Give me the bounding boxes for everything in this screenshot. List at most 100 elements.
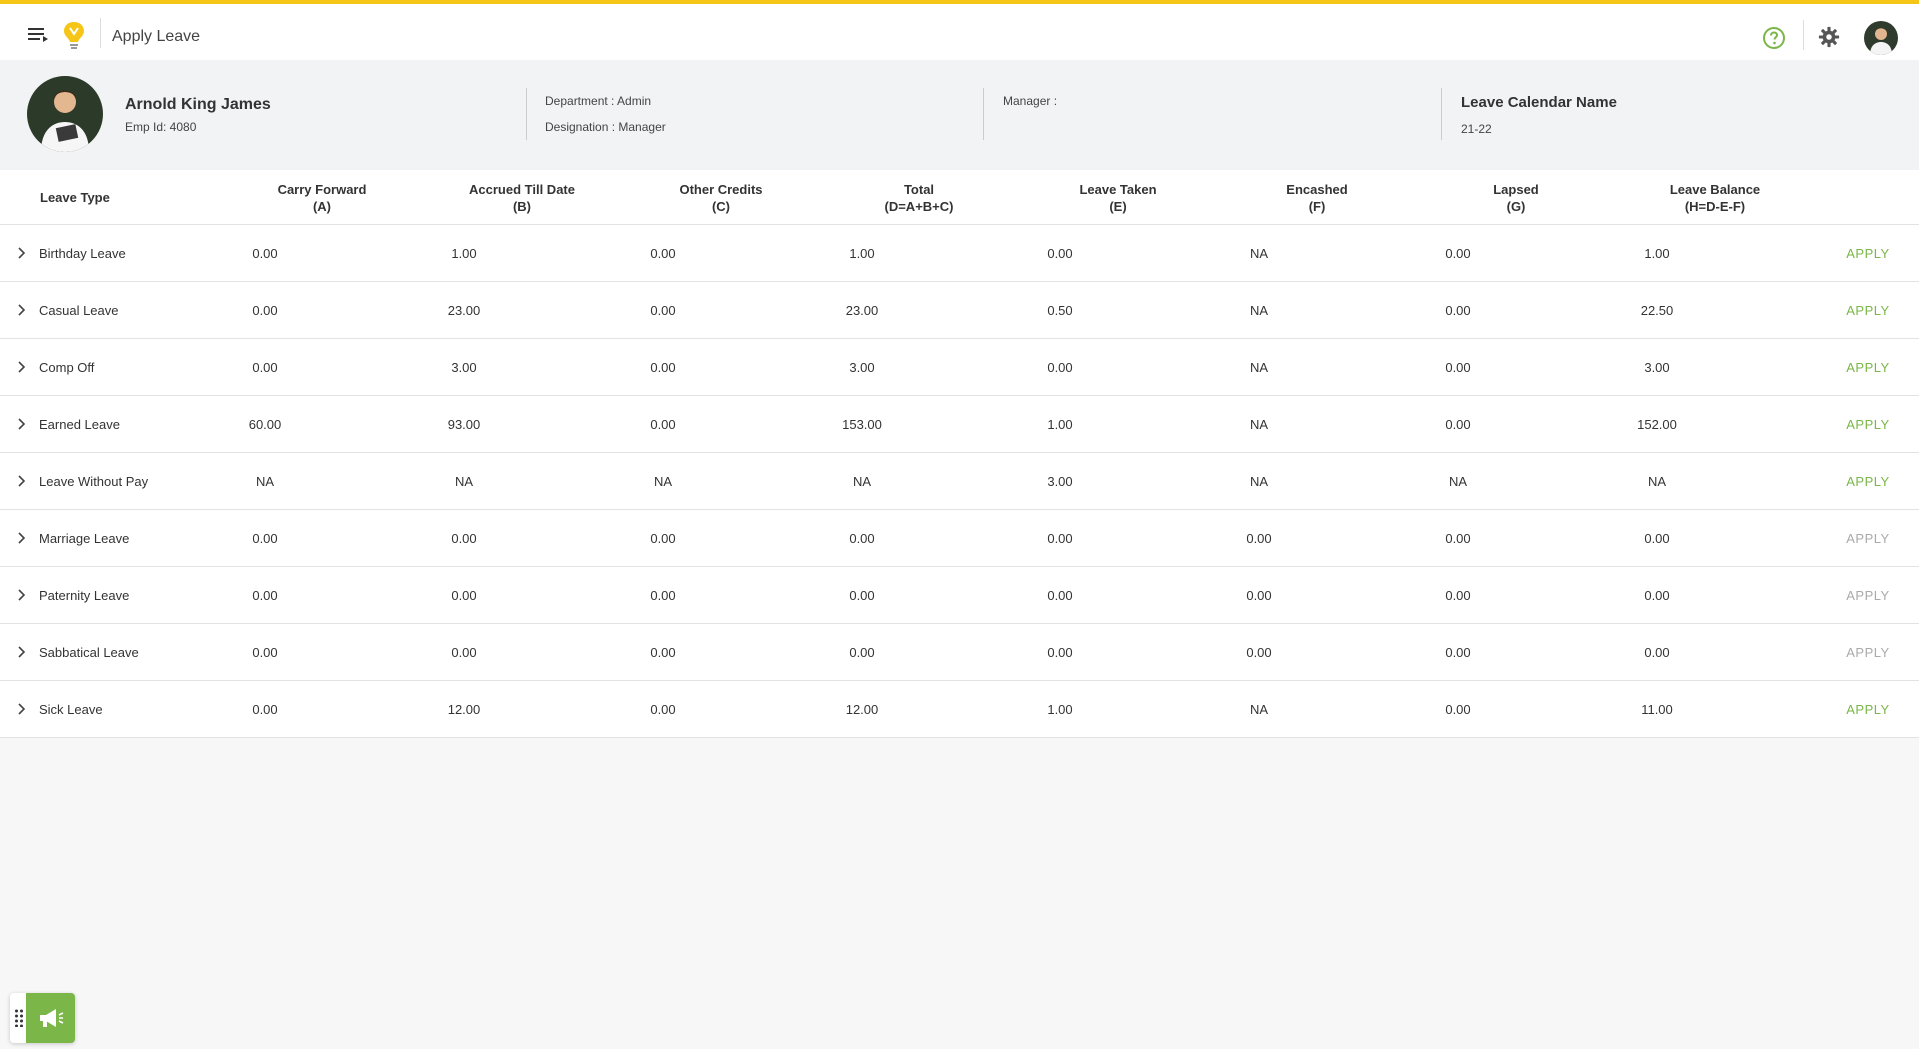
table-body: Birthday Leave 0.00 1.00 0.00 1.00 0.00 NA 0.00… xyxy=(0,225,1919,738)
chevron-right-icon[interactable] xyxy=(16,589,26,601)
header-lapsed: Lapsed (G) xyxy=(1426,181,1606,215)
apply-button[interactable]: APPLY xyxy=(1818,360,1918,375)
cell-leave-balance: 0.00 xyxy=(1644,645,1670,660)
header-label: Other Credits xyxy=(679,182,763,197)
apply-button[interactable]: APPLY xyxy=(1818,246,1918,261)
cell-leave-taken: 0.00 xyxy=(1047,360,1073,375)
chevron-right-icon[interactable] xyxy=(16,532,26,544)
cell-other-credits: 0.00 xyxy=(650,531,676,546)
cell-accrued-till-date: 0.00 xyxy=(451,645,477,660)
apply-button: APPLY xyxy=(1846,645,1890,660)
apply-button: APPLY xyxy=(1846,588,1890,603)
leave-balance-table: Leave Type Carry Forward (A) Accrued Til… xyxy=(0,170,1919,738)
cell-lapsed: 0.00 xyxy=(1445,246,1471,261)
apply-button[interactable]: APPLY xyxy=(1818,303,1918,318)
employee-name: Arnold King James xyxy=(125,96,271,113)
cell-leave-balance: 11.00 xyxy=(1641,702,1673,717)
drag-grip-icon[interactable] xyxy=(14,1009,24,1027)
apply-button: APPLY xyxy=(1846,531,1890,546)
user-avatar[interactable] xyxy=(1864,21,1898,55)
menu-icon[interactable] xyxy=(26,25,50,45)
cell-carry-forward: 0.00 xyxy=(252,246,278,261)
employee-manager: Manager : xyxy=(1003,94,1058,108)
header-label: Accrued Till Date xyxy=(469,182,575,197)
chevron-right-icon[interactable] xyxy=(16,304,26,316)
chevron-right-icon[interactable] xyxy=(16,247,26,259)
chevron-right-icon[interactable] xyxy=(16,703,26,715)
profile-divider xyxy=(983,88,984,140)
chevron-right-icon[interactable] xyxy=(16,475,26,487)
announcement-button[interactable] xyxy=(26,993,75,1043)
cell-leave-taken: 0.00 xyxy=(1047,645,1073,660)
cell-encashed: NA xyxy=(1249,246,1269,261)
header-encashed: Encashed (F) xyxy=(1227,181,1407,215)
header-label: Leave Balance xyxy=(1669,182,1761,197)
cell-leave-balance: 22.50 xyxy=(1640,303,1674,318)
cell-other-credits: 0.00 xyxy=(650,303,676,318)
header-accrued-till-date: Accrued Till Date (B) xyxy=(432,181,612,215)
header-label: Total xyxy=(903,182,935,197)
cell-other-credits: 0.00 xyxy=(650,360,676,375)
leave-calendar-label: Leave Calendar Name xyxy=(1461,94,1617,111)
cell-accrued-till-date: 12.00 xyxy=(447,702,481,717)
apply-button[interactable]: APPLY xyxy=(1818,702,1918,717)
cell-encashed: 0.00 xyxy=(1246,588,1272,603)
cell-total: 0.00 xyxy=(849,645,875,660)
cell-carry-forward: 0.00 xyxy=(252,360,278,375)
cell-total: 1.00 xyxy=(849,246,875,261)
cell-carry-forward: 0.00 xyxy=(252,588,278,603)
chevron-right-icon[interactable] xyxy=(16,646,26,658)
cell-leave-taken: 0.00 xyxy=(1047,531,1073,546)
header-label: Lapsed xyxy=(1493,182,1539,197)
cell-other-credits: 0.00 xyxy=(650,588,676,603)
table-row: Comp Off 0.00 3.00 0.00 3.00 0.00 NA 0.00 3.00 AP… xyxy=(0,339,1919,396)
cell-lapsed: 0.00 xyxy=(1445,702,1471,717)
table-row: Sick Leave 0.00 12.00 0.00 12.00 1.00 NA 0.00 11… xyxy=(0,681,1919,738)
cell-accrued-till-date: NA xyxy=(454,474,474,489)
cell-other-credits: 0.00 xyxy=(650,702,676,717)
header-total: Total (D=A+B+C) xyxy=(829,181,1009,215)
cell-leave-taken: 3.00 xyxy=(1047,474,1073,489)
apply-button[interactable]: APPLY xyxy=(1818,474,1918,489)
cell-encashed: 0.00 xyxy=(1246,645,1272,660)
header-formula: (H=D-E-F) xyxy=(1684,199,1746,214)
cell-leave-balance: 3.00 xyxy=(1644,360,1670,375)
cell-lapsed: 0.00 xyxy=(1445,360,1471,375)
chevron-right-icon[interactable] xyxy=(16,361,26,373)
cell-accrued-till-date: 0.00 xyxy=(451,531,477,546)
cell-accrued-till-date: 23.00 xyxy=(447,303,481,318)
cell-leave-taken: 0.50 xyxy=(1047,303,1073,318)
header-label: Leave Taken xyxy=(1079,182,1157,197)
header-leave-type: Leave Type xyxy=(40,189,220,206)
apply-button[interactable]: APPLY xyxy=(1818,417,1918,432)
cell-encashed: NA xyxy=(1249,303,1269,318)
megaphone-icon xyxy=(40,1009,64,1027)
cell-encashed: 0.00 xyxy=(1246,531,1272,546)
page-title: Apply Leave xyxy=(112,28,201,45)
header-leave-type-label: Leave Type xyxy=(40,190,110,205)
chevron-right-icon[interactable] xyxy=(16,418,26,430)
cell-lapsed: 0.00 xyxy=(1445,303,1471,318)
header-formula: (D=A+B+C) xyxy=(884,199,954,214)
cell-carry-forward: NA xyxy=(255,474,275,489)
top-bar: Apply Leave xyxy=(0,0,1919,60)
leave-calendar-value: 21-22 xyxy=(1461,122,1492,136)
cell-total: 0.00 xyxy=(849,588,875,603)
cell-leave-taken: 1.00 xyxy=(1047,702,1073,717)
cell-accrued-till-date: 93.00 xyxy=(447,417,481,432)
profile-divider xyxy=(526,88,527,140)
cell-lapsed: 0.00 xyxy=(1445,588,1471,603)
cell-carry-forward: 0.00 xyxy=(252,303,278,318)
cell-total: 0.00 xyxy=(849,531,875,546)
cell-carry-forward: 0.00 xyxy=(252,702,278,717)
table-row: Earned Leave 60.00 93.00 0.00 153.00 1.00 NA 0.… xyxy=(0,396,1919,453)
cell-lapsed: 0.00 xyxy=(1445,417,1471,432)
lightbulb-logo-icon[interactable] xyxy=(62,20,86,50)
help-circle-icon[interactable] xyxy=(1762,26,1786,50)
cell-leave-taken: 0.00 xyxy=(1047,246,1073,261)
cell-total: 12.00 xyxy=(845,702,879,717)
header-formula: (G) xyxy=(1506,199,1526,214)
table-row: Casual Leave 0.00 23.00 0.00 23.00 0.50 NA 0.00… xyxy=(0,282,1919,339)
gear-icon[interactable] xyxy=(1818,26,1840,48)
employee-avatar xyxy=(27,76,103,152)
